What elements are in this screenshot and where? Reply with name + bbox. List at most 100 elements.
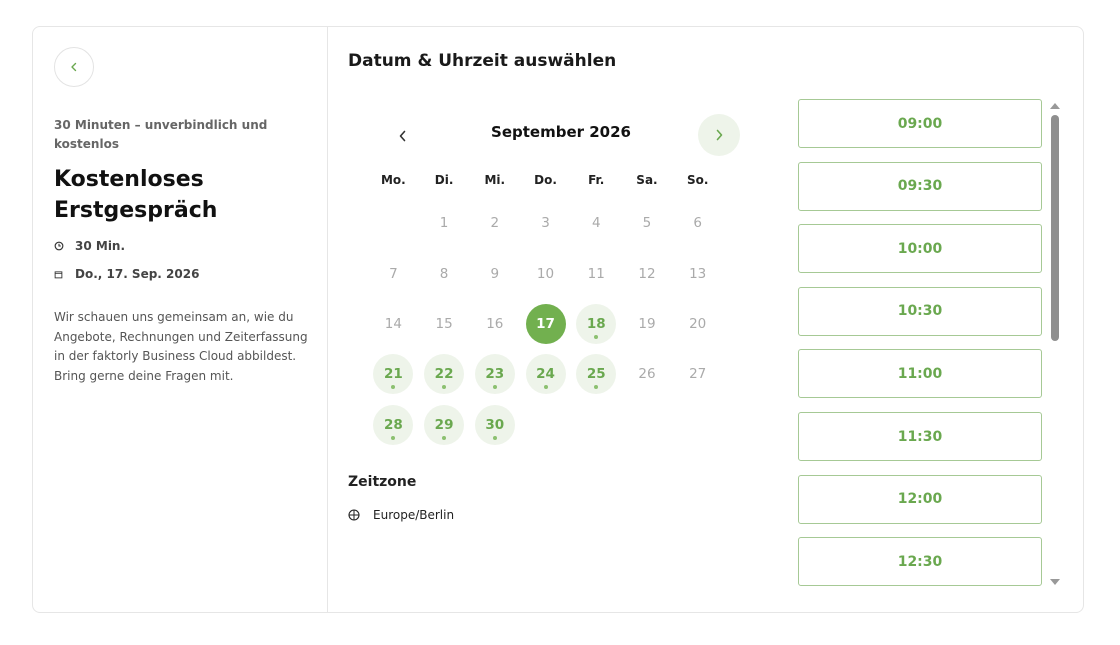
day-number: 7 bbox=[389, 265, 398, 282]
calendar-day-available[interactable]: 23 bbox=[469, 349, 520, 399]
event-info-panel: 30 Minuten – unverbindlich und kostenlos… bbox=[33, 27, 328, 612]
empty-day-cell bbox=[368, 198, 419, 248]
day-number: 5 bbox=[642, 215, 652, 232]
time-slot-button[interactable]: 09:30 bbox=[798, 161, 1042, 211]
day-number: 4 bbox=[591, 215, 601, 232]
timezone-selector[interactable]: Europe/Berlin bbox=[348, 508, 454, 522]
calendar-icon bbox=[54, 268, 66, 280]
event-subtitle: 30 Minuten – unverbindlich und kostenlos bbox=[54, 118, 268, 151]
calendar-day-selected[interactable]: 17 bbox=[520, 299, 571, 349]
calendar-day-available[interactable]: 30 bbox=[469, 400, 520, 450]
calendar-day-available[interactable]: 29 bbox=[419, 400, 470, 450]
calendar-day: 9 bbox=[469, 248, 520, 298]
scroll-up-arrow[interactable] bbox=[1050, 103, 1060, 109]
calendar-day: 7 bbox=[368, 248, 419, 298]
page-title: Datum & Uhrzeit auswählen bbox=[348, 51, 617, 71]
clock-icon bbox=[54, 240, 66, 252]
empty-day-cell bbox=[571, 400, 622, 450]
calendar-day: 8 bbox=[419, 248, 470, 298]
calendar-day: 15 bbox=[419, 299, 470, 349]
calendar-day: 11 bbox=[571, 248, 622, 298]
calendar-week: 28 29 30 bbox=[368, 400, 723, 450]
calendar-day-available[interactable]: 28 bbox=[368, 400, 419, 450]
next-month-button[interactable] bbox=[698, 114, 740, 156]
calendar-day: 27 bbox=[672, 349, 723, 399]
month-label: September 2026 bbox=[491, 123, 631, 141]
calendar-day: 12 bbox=[622, 248, 673, 298]
weekday-header: Mo. Di. Mi. Do. Fr. Sa. So. bbox=[368, 173, 723, 193]
day-number: 8 bbox=[439, 265, 449, 282]
calendar-day-available[interactable]: 18 bbox=[571, 299, 622, 349]
calendar-day-available[interactable]: 21 bbox=[368, 349, 419, 399]
weekday-label: Fr. bbox=[588, 173, 605, 187]
day-number: 6 bbox=[693, 215, 702, 232]
time-slot-button[interactable]: 10:30 bbox=[798, 286, 1042, 336]
calendar-panel: Datum & Uhrzeit auswählen September 2026… bbox=[329, 27, 789, 612]
scroll-thumb[interactable] bbox=[1051, 115, 1059, 341]
calendar-day: 5 bbox=[622, 198, 673, 248]
calendar-day-available[interactable]: 25 bbox=[571, 349, 622, 399]
calendar-day-available[interactable]: 22 bbox=[419, 349, 470, 399]
time-slot-button[interactable]: 10:00 bbox=[798, 224, 1042, 274]
empty-day-cell bbox=[622, 400, 673, 450]
day-number: 20 bbox=[689, 315, 707, 332]
slot-scrollbar[interactable] bbox=[1048, 99, 1062, 587]
day-number: 12 bbox=[638, 265, 656, 282]
day-number: 16 bbox=[486, 315, 504, 332]
calendar-weeks: 1 2 3 4 5 6 7 8 9 10 11 12 13 14 15 16 17 18 19 20 21 22 23 24 2… bbox=[368, 198, 723, 450]
day-number: 14 bbox=[384, 315, 402, 332]
event-title: Kostenloses Erstgespräch bbox=[54, 167, 218, 223]
day-number: 29 bbox=[424, 404, 465, 445]
day-number: 28 bbox=[373, 404, 414, 445]
day-number: 30 bbox=[474, 404, 515, 445]
calendar-week: 14 15 16 17 18 19 20 bbox=[368, 299, 723, 349]
globe-icon bbox=[348, 509, 360, 521]
day-number: 17 bbox=[525, 303, 566, 344]
calendar-day: 26 bbox=[622, 349, 673, 399]
weekday-label: Di. bbox=[434, 173, 454, 187]
scroll-down-arrow[interactable] bbox=[1050, 579, 1060, 585]
duration-row: 30 Min. bbox=[54, 239, 125, 253]
time-slot-button[interactable]: 11:00 bbox=[798, 349, 1042, 399]
time-slot-button[interactable]: 09:00 bbox=[798, 99, 1042, 148]
day-number: 13 bbox=[689, 265, 707, 282]
weekday-label: Mi. bbox=[484, 173, 506, 187]
day-number: 9 bbox=[490, 265, 500, 282]
day-number: 19 bbox=[638, 315, 656, 332]
calendar-day: 20 bbox=[672, 299, 723, 349]
day-number: 21 bbox=[373, 354, 414, 395]
calendar-week: 7 8 9 10 11 12 13 bbox=[368, 248, 723, 298]
calendar-day: 3 bbox=[520, 198, 571, 248]
time-slot-button[interactable]: 11:30 bbox=[798, 412, 1042, 461]
weekday-label: Sa. bbox=[636, 173, 658, 187]
time-slot-button[interactable]: 12:30 bbox=[798, 537, 1042, 587]
calendar-grid: Mo. Di. Mi. Do. Fr. Sa. So. 1 2 3 4 5 6 7 8 9 10 11 12 13 1… bbox=[368, 173, 723, 450]
day-number: 11 bbox=[587, 265, 605, 282]
calendar-day: 4 bbox=[571, 198, 622, 248]
calendar-week: 21 22 23 24 25 26 27 bbox=[368, 349, 723, 399]
day-number: 26 bbox=[638, 366, 656, 383]
weekday-label: So. bbox=[686, 173, 709, 187]
chevron-left-icon bbox=[71, 62, 77, 72]
chevron-right-icon bbox=[716, 129, 722, 141]
timezone-label: Zeitzone bbox=[348, 474, 417, 490]
selected-date-text: Do., 17. Sep. 2026 bbox=[75, 267, 200, 281]
time-slot-button[interactable]: 12:00 bbox=[798, 474, 1042, 524]
calendar-day: 1 bbox=[419, 198, 470, 248]
weekday-label: Mo. bbox=[380, 173, 406, 187]
calendar-day: 10 bbox=[520, 248, 571, 298]
calendar-day: 13 bbox=[672, 248, 723, 298]
calendar-week: 1 2 3 4 5 6 bbox=[368, 198, 723, 248]
day-number: 3 bbox=[541, 215, 550, 232]
chevron-left-icon bbox=[399, 130, 405, 142]
calendar-day-available[interactable]: 24 bbox=[520, 349, 571, 399]
empty-day-cell bbox=[520, 400, 571, 450]
back-button[interactable] bbox=[54, 47, 94, 87]
calendar-day: 14 bbox=[368, 299, 419, 349]
calendar-day: 16 bbox=[469, 299, 520, 349]
previous-month-button[interactable] bbox=[384, 118, 420, 154]
day-number: 18 bbox=[576, 303, 617, 344]
calendar-day: 6 bbox=[672, 198, 723, 248]
day-number: 22 bbox=[424, 354, 465, 395]
day-number: 23 bbox=[474, 354, 515, 395]
